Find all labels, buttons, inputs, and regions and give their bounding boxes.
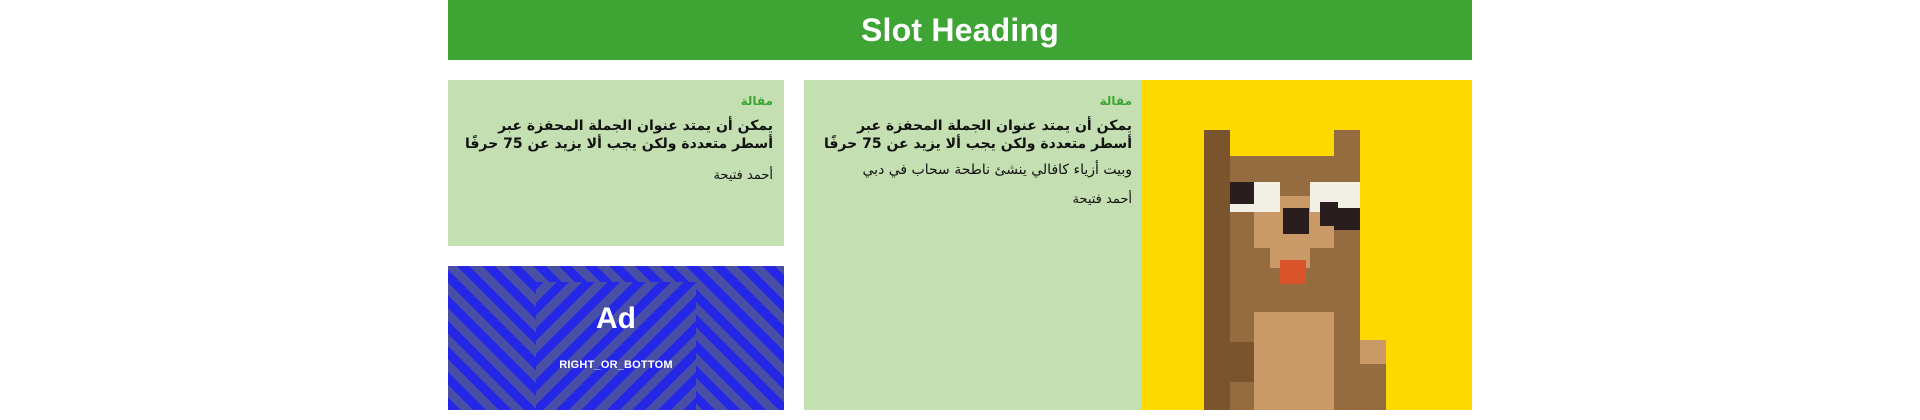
ad-title: Ad bbox=[596, 302, 636, 335]
ad-content: Ad RIGHT_OR_BOTTOM bbox=[448, 266, 784, 410]
article-author[interactable]: أحمد فتيحة bbox=[459, 167, 773, 185]
article-thumbnail[interactable] bbox=[1142, 80, 1472, 410]
article-card-small[interactable]: مقالة يمكن أن يمتد عنوان الجملة المحفزة … bbox=[448, 80, 784, 246]
pixel-bear-icon bbox=[1142, 80, 1472, 410]
ad-placeholder[interactable]: Ad RIGHT_OR_BOTTOM bbox=[448, 266, 784, 410]
article-headline[interactable]: يمكن أن يمتد عنوان الجملة المحفزة عبر أس… bbox=[814, 117, 1132, 153]
article-card-large[interactable]: مقالة يمكن أن يمتد عنوان الجملة المحفزة … bbox=[804, 80, 1472, 410]
content-slot: Slot Heading مقالة يمكن أن يمتد عنوان ال… bbox=[448, 0, 1472, 420]
slot-heading: Slot Heading bbox=[861, 11, 1059, 48]
slot-header: Slot Heading bbox=[448, 0, 1472, 60]
article-card-text: مقالة يمكن أن يمتد عنوان الجملة المحفزة … bbox=[459, 93, 773, 185]
article-card-text: مقالة يمكن أن يمتد عنوان الجملة المحفزة … bbox=[814, 93, 1132, 209]
article-author[interactable]: أحمد فتيحة bbox=[814, 191, 1132, 209]
article-headline[interactable]: يمكن أن يمتد عنوان الجملة المحفزة عبر أس… bbox=[459, 117, 773, 153]
article-excerpt: وبيت أزياء كافالي ينشئ ناطحة سحاب في دبي bbox=[862, 162, 1133, 178]
ad-slot-name: RIGHT_OR_BOTTOM bbox=[559, 359, 673, 371]
article-category[interactable]: مقالة bbox=[459, 93, 773, 109]
article-category[interactable]: مقالة bbox=[814, 93, 1132, 109]
